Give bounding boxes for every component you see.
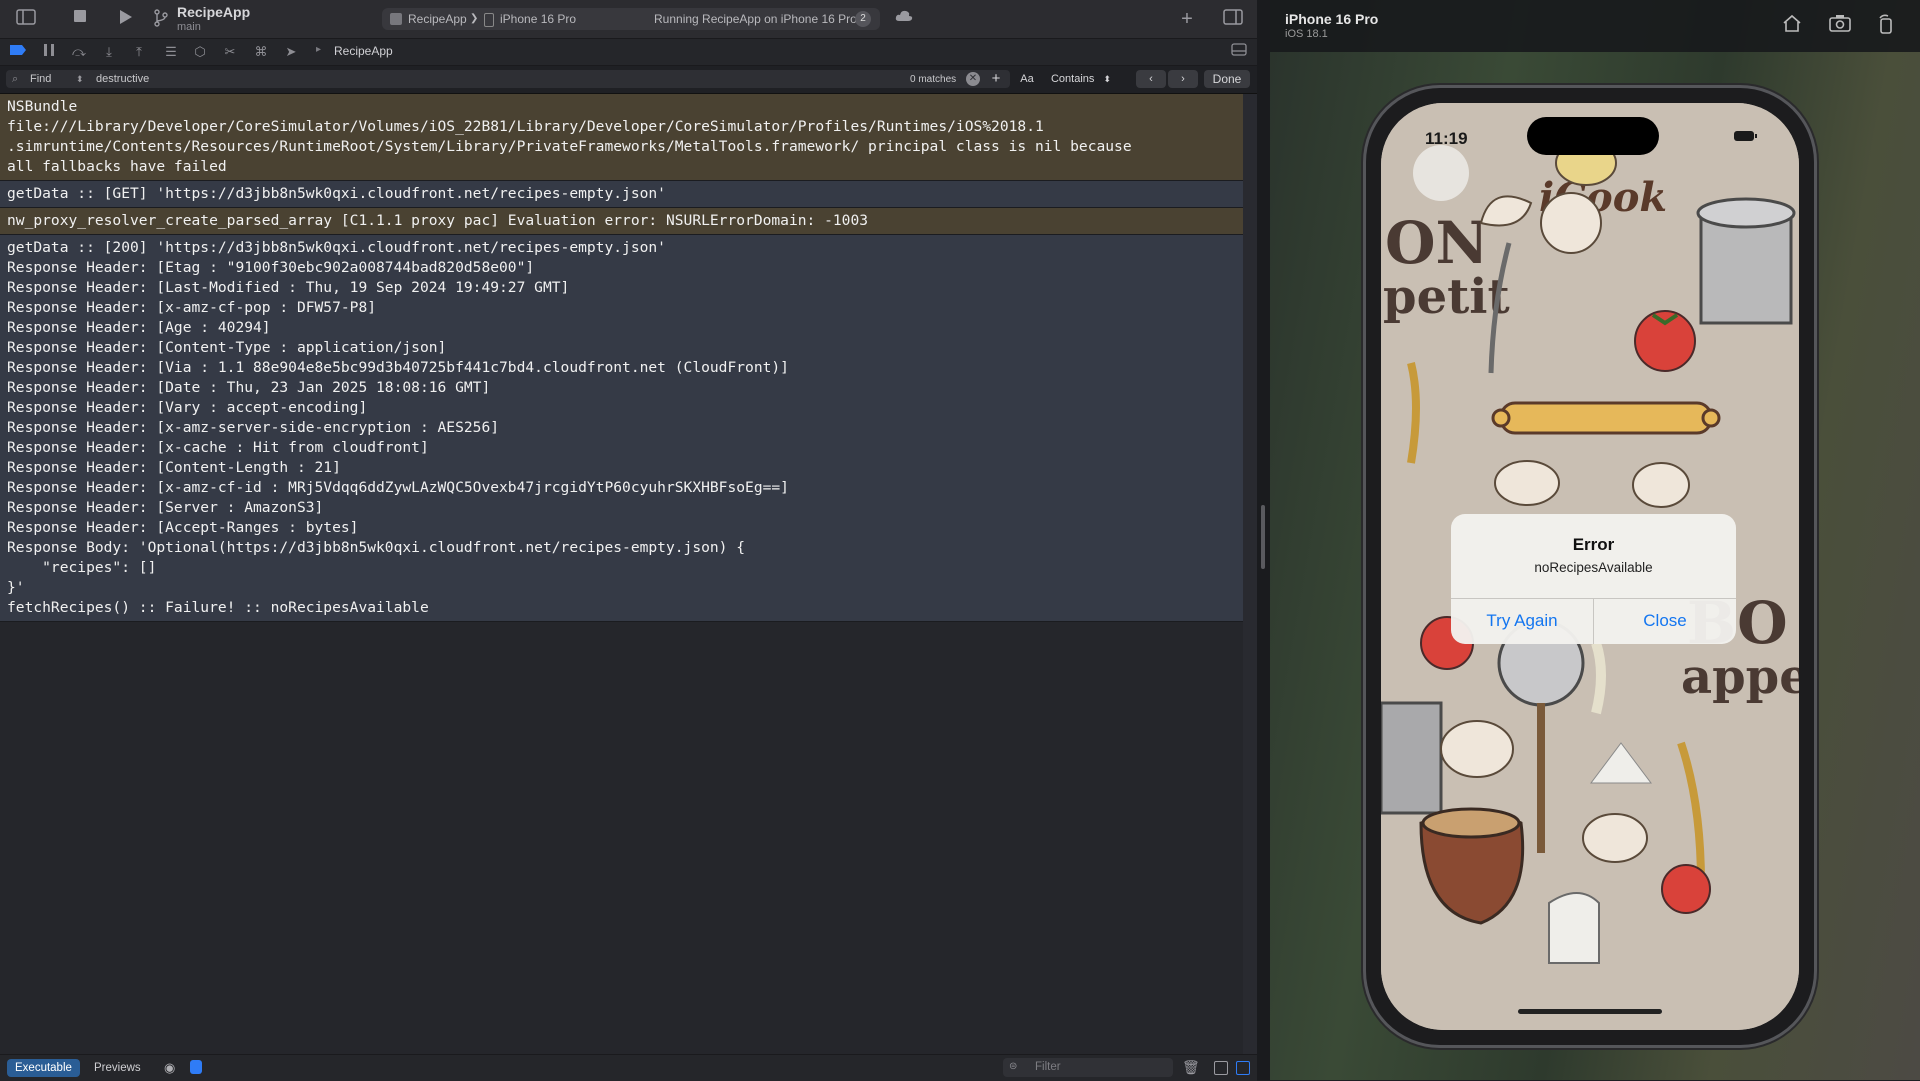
battery-icon bbox=[1733, 129, 1759, 146]
clear-search-icon[interactable]: ✕ bbox=[966, 72, 980, 86]
toolbar: RecipeApp main RecipeApp ❯ iPhone 16 Pro… bbox=[0, 0, 1257, 39]
console-output[interactable]: NSBundle file:///Library/Developer/CoreS… bbox=[0, 94, 1243, 1058]
step-out-icon[interactable]: ⤒ bbox=[130, 43, 148, 61]
chevron-right-icon: › bbox=[1181, 73, 1185, 85]
device-icon bbox=[484, 13, 494, 27]
app-process-icon: ▸ bbox=[316, 44, 322, 55]
device-name: iPhone 16 Pro bbox=[1285, 11, 1379, 27]
memory-graph-icon[interactable]: ⬡ bbox=[191, 43, 209, 61]
eye-icon[interactable]: ◉ bbox=[164, 1060, 175, 1076]
svg-text:appe: appe bbox=[1681, 649, 1799, 705]
find-mode[interactable]: Find bbox=[30, 73, 51, 85]
log-entry: getData :: [GET] 'https://d3jbb8n5wk0qxi… bbox=[0, 181, 1243, 208]
log-entry: getData :: [200] 'https://d3jbb8n5wk0qxi… bbox=[0, 235, 1243, 622]
split-right-icon[interactable] bbox=[1236, 1061, 1250, 1075]
run-icon[interactable] bbox=[115, 9, 135, 29]
log-entry: NSBundle file:///Library/Developer/CoreS… bbox=[0, 94, 1243, 181]
run-status: Running RecipeApp on iPhone 16 Pro bbox=[654, 12, 857, 26]
alert-message: noRecipesAvailable bbox=[1534, 560, 1653, 575]
scheme-branch: main bbox=[177, 21, 201, 33]
log-entry: nw_proxy_resolver_create_parsed_array [C… bbox=[0, 208, 1243, 235]
dynamic-island bbox=[1527, 117, 1659, 155]
inspector-toggle-icon[interactable] bbox=[1223, 9, 1243, 29]
console-bottom-bar: Executable Previews ◉ ⊜ Filter 🗑 bbox=[0, 1054, 1257, 1081]
scissors-icon[interactable]: ✂ bbox=[221, 43, 239, 61]
app-screen[interactable]: ON petit BO appe iCook 11:19 Error noRec… bbox=[1381, 103, 1799, 1030]
close-button[interactable]: Close bbox=[1594, 598, 1736, 644]
next-match-button[interactable]: › bbox=[1168, 70, 1198, 88]
alert-title: Error bbox=[1572, 535, 1615, 554]
split-left-icon[interactable] bbox=[1214, 1061, 1228, 1075]
process-label[interactable]: RecipeApp bbox=[334, 44, 393, 58]
console-layout-icon[interactable] bbox=[1230, 43, 1248, 61]
filter-icon: ⊜ bbox=[1009, 1061, 1018, 1072]
pane-splitter[interactable] bbox=[1257, 0, 1270, 1080]
home-icon[interactable] bbox=[1780, 14, 1804, 38]
branch-icon bbox=[151, 9, 171, 29]
add-pattern-icon[interactable]: + bbox=[986, 70, 1006, 88]
xcode-window: RecipeApp main RecipeApp ❯ iPhone 16 Pro… bbox=[0, 0, 1257, 1081]
add-icon[interactable]: + bbox=[1177, 9, 1197, 29]
svg-text:petit: petit bbox=[1383, 269, 1510, 325]
svg-text:ON: ON bbox=[1385, 209, 1489, 277]
breakpoints-icon[interactable] bbox=[9, 43, 27, 61]
status-time: 11:19 bbox=[1425, 129, 1468, 148]
log-options-icon[interactable] bbox=[190, 1060, 202, 1074]
filter-field[interactable]: ⊜ Filter bbox=[1003, 1058, 1173, 1077]
splitter-grip[interactable] bbox=[1261, 505, 1265, 569]
environment-icon[interactable]: ⌘ bbox=[252, 43, 270, 61]
simulator-titlebar: iPhone 16 Pro iOS 18.1 bbox=[1270, 0, 1920, 52]
target-label[interactable]: RecipeApp bbox=[408, 12, 467, 26]
try-again-button[interactable]: Try Again bbox=[1451, 598, 1593, 644]
find-input[interactable]: destructive bbox=[96, 73, 149, 85]
match-count: 0 matches bbox=[910, 74, 957, 85]
error-alert: Error noRecipesAvailable Try Again Close bbox=[1451, 514, 1736, 644]
debug-bar: ⤼ ⤓ ⤒ ☰ ⬡ ✂ ⌘ ➤ ▸ RecipeApp bbox=[0, 39, 1257, 66]
match-type-chevron-icon: ⬍ bbox=[1103, 74, 1112, 84]
done-button[interactable]: Done bbox=[1204, 70, 1250, 88]
navigator-toggle-icon[interactable] bbox=[16, 9, 36, 29]
scheme-title[interactable]: RecipeApp bbox=[177, 4, 250, 20]
location-icon[interactable]: ➤ bbox=[282, 43, 300, 61]
screenshot-icon[interactable] bbox=[1828, 14, 1852, 38]
match-type-label: Contains bbox=[1050, 73, 1095, 85]
iphone-frame: ON petit BO appe iCook 11:19 Error noRec… bbox=[1366, 88, 1814, 1045]
case-sensitive-toggle[interactable]: Aa bbox=[1013, 70, 1041, 88]
find-mode-chevron-icon[interactable]: ⬍ bbox=[76, 74, 84, 85]
find-field[interactable]: ⌕ Find ⬍ destructive 0 matches ✕ bbox=[6, 70, 1010, 88]
simulator-window: iPhone 16 Pro iOS 18.1 ON petit BO appe … bbox=[1270, 0, 1920, 1080]
breadcrumb-separator: ❯ bbox=[470, 13, 479, 24]
chevron-left-icon: ‹ bbox=[1149, 73, 1153, 85]
stop-icon[interactable] bbox=[70, 9, 90, 29]
view-hierarchy-icon[interactable]: ☰ bbox=[162, 43, 180, 61]
pause-icon[interactable] bbox=[40, 43, 58, 61]
device-label[interactable]: iPhone 16 Pro bbox=[500, 12, 576, 26]
os-version: iOS 18.1 bbox=[1285, 28, 1328, 40]
previous-match-button[interactable]: ‹ bbox=[1136, 70, 1166, 88]
trash-icon[interactable]: 🗑 bbox=[1182, 1059, 1200, 1076]
rotate-icon[interactable] bbox=[1874, 14, 1898, 38]
status-badge[interactable]: 2 bbox=[855, 11, 871, 27]
tab-previews[interactable]: Previews bbox=[86, 1059, 149, 1077]
step-over-icon[interactable]: ⤼ bbox=[70, 43, 88, 61]
find-bar: ⌕ Find ⬍ destructive 0 matches ✕ + Aa Co… bbox=[0, 66, 1257, 94]
home-indicator[interactable] bbox=[1518, 1009, 1662, 1014]
cloud-icon[interactable] bbox=[894, 9, 914, 29]
filter-placeholder: Filter bbox=[1035, 1061, 1061, 1073]
step-into-icon[interactable]: ⤓ bbox=[100, 43, 118, 61]
app-target-icon bbox=[390, 13, 402, 25]
search-icon: ⌕ bbox=[12, 73, 19, 85]
activity-viewer[interactable]: RecipeApp ❯ iPhone 16 Pro Running Recipe… bbox=[382, 8, 880, 30]
tab-executable[interactable]: Executable bbox=[7, 1059, 80, 1077]
match-type-select[interactable]: Contains ⬍ bbox=[1045, 70, 1117, 88]
